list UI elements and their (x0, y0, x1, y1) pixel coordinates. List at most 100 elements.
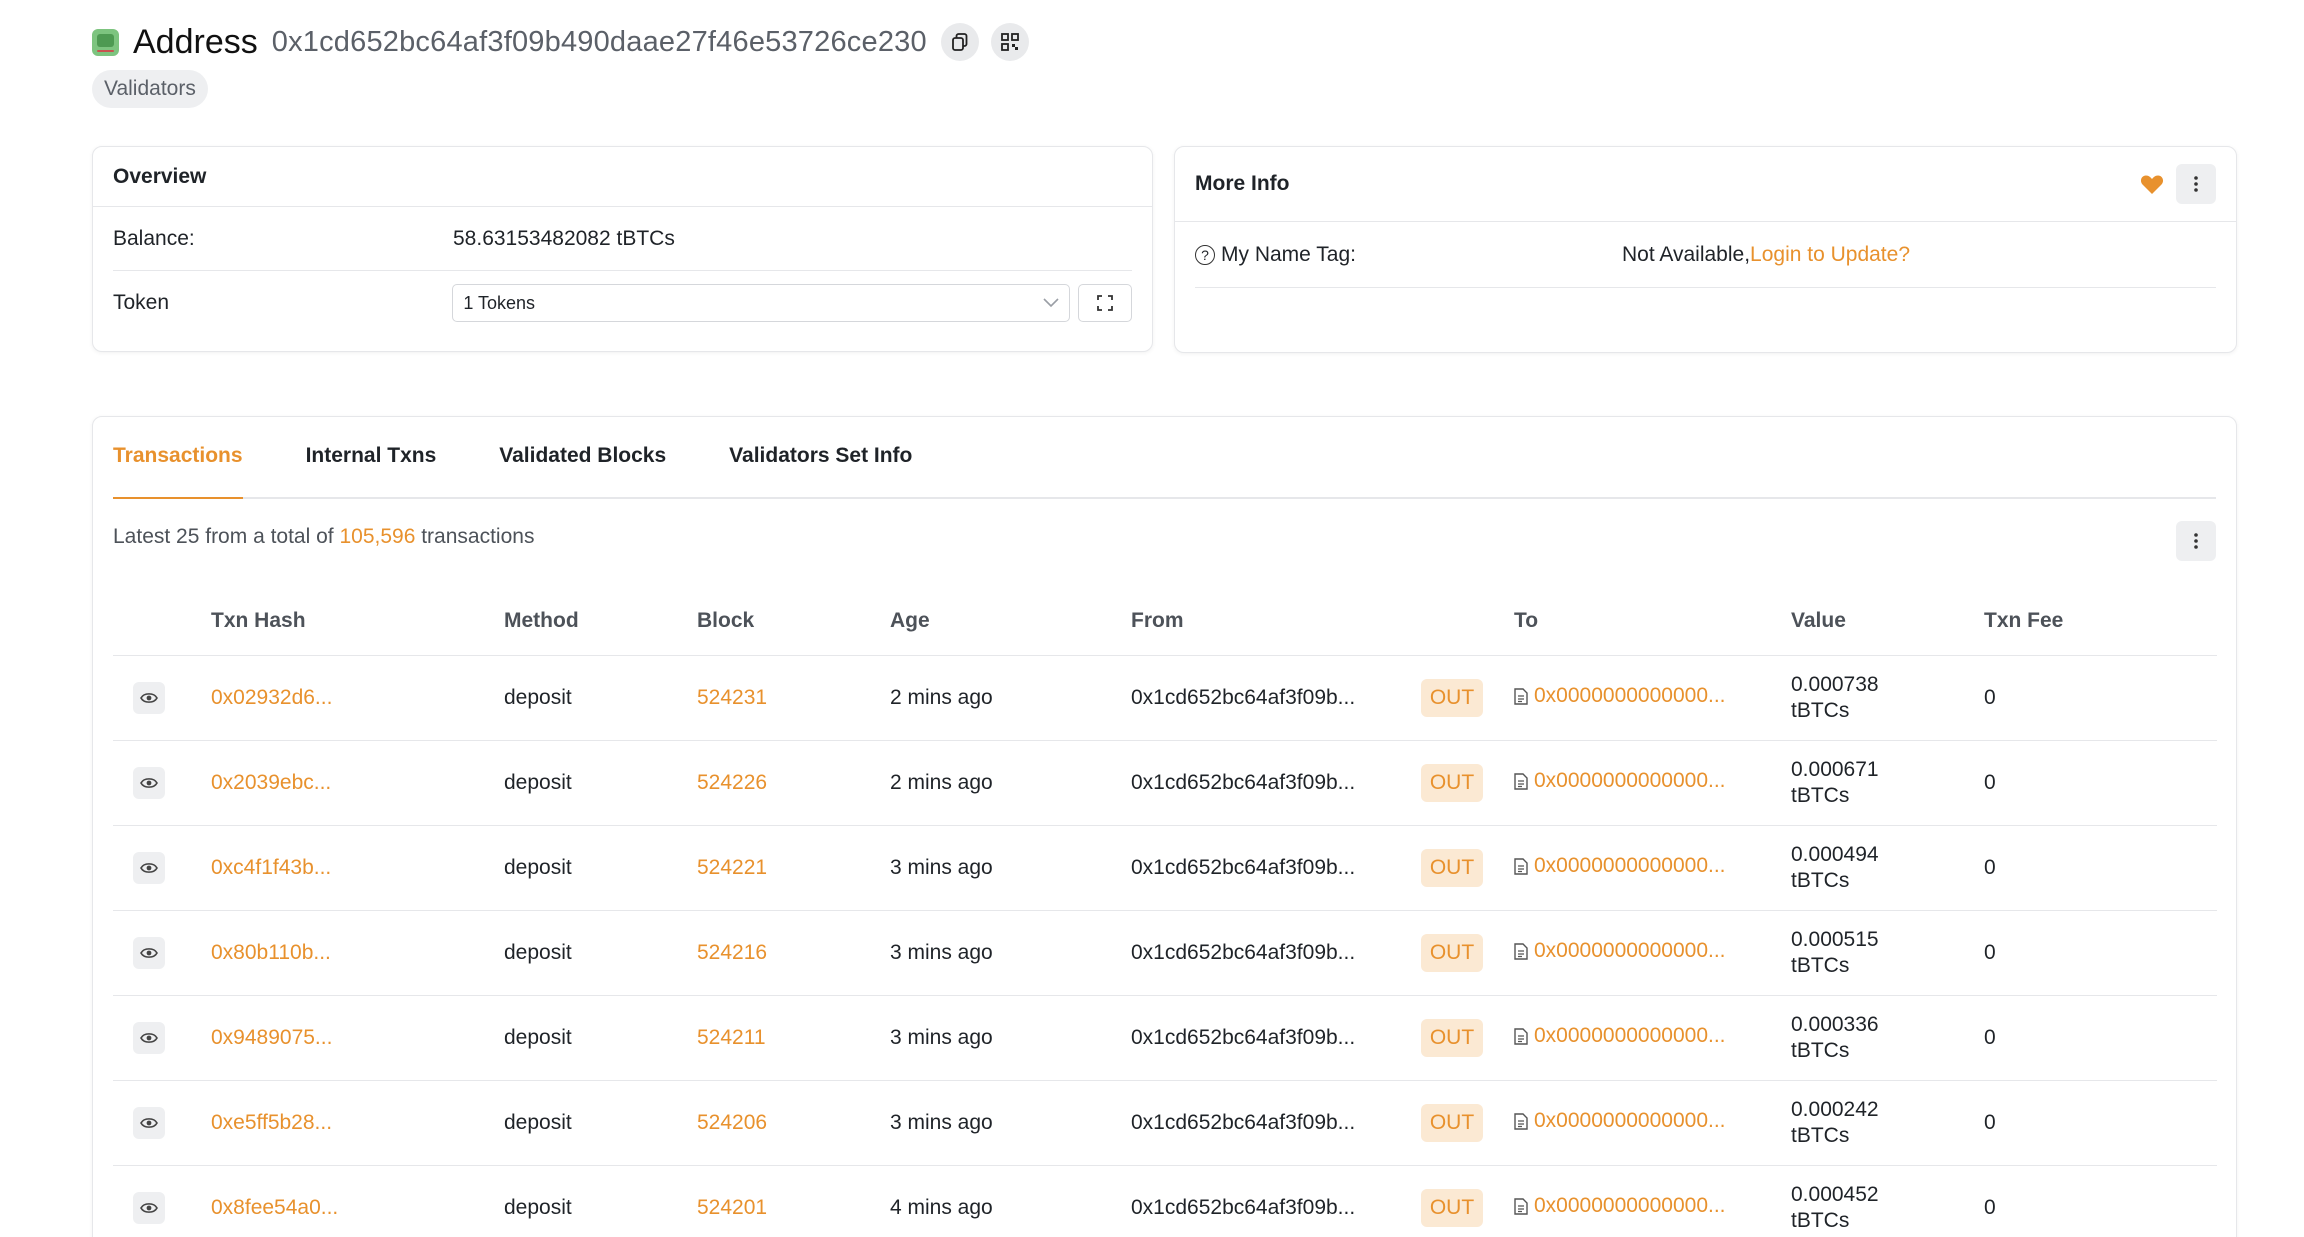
balance-row: Balance: 58.63153482082 tBTCs (113, 207, 1132, 271)
chevron-down-icon (1043, 298, 1059, 308)
eye-icon (140, 947, 158, 958)
col-method: Method (504, 587, 697, 656)
preview-button[interactable] (133, 766, 165, 799)
page-title: Address (133, 22, 258, 61)
from-address[interactable]: 0x1cd652bc64af3f09b... (1131, 686, 1355, 709)
from-address[interactable]: 0x1cd652bc64af3f09b... (1131, 1111, 1355, 1134)
qr-code-icon (1000, 33, 1019, 51)
block-link[interactable]: 524211 (697, 1026, 766, 1049)
transaction-count-link[interactable]: 105,596 (339, 525, 415, 548)
expand-tokens-button[interactable] (1078, 284, 1132, 322)
qr-code-button[interactable] (990, 23, 1029, 61)
from-address[interactable]: 0x1cd652bc64af3f09b... (1131, 1196, 1355, 1219)
eye-icon (140, 692, 158, 703)
from-address[interactable]: 0x1cd652bc64af3f09b... (1131, 941, 1355, 964)
contract-doc-icon (1514, 1028, 1528, 1045)
direction-badge: OUT (1421, 678, 1483, 717)
transactions-table-body: 0x02932d6... deposit 524231 2 mins ago 0x1cd… (113, 655, 2217, 1237)
validators-tag[interactable]: Validators (92, 70, 208, 108)
table-header-row: Txn Hash Method Block Age From To Value … (113, 587, 2217, 656)
eye-icon (140, 777, 158, 788)
block-link[interactable]: 524216 (697, 941, 767, 964)
more-info-menu-button[interactable] (2176, 164, 2216, 204)
txn-hash-link[interactable]: 0x8fee54a0... (211, 1196, 338, 1219)
method-label: deposit (504, 1110, 572, 1134)
tab-validators-set-info[interactable]: Validators Set Info (729, 415, 912, 497)
contract-doc-icon (1514, 1113, 1528, 1130)
from-address[interactable]: 0x1cd652bc64af3f09b... (1131, 771, 1355, 794)
to-address-link[interactable]: 0x0000000000000... (1534, 854, 1726, 878)
token-label: Token (113, 291, 170, 314)
block-link[interactable]: 524206 (697, 1111, 767, 1134)
token-select-value: 1 Tokens (463, 292, 536, 313)
method-label: deposit (504, 685, 572, 709)
block-link[interactable]: 524231 (697, 686, 767, 709)
tab-transactions[interactable]: Transactions (113, 415, 243, 499)
age-label: 3 mins ago (890, 1110, 993, 1134)
txn-hash-link[interactable]: 0xe5ff5b28... (211, 1111, 332, 1134)
transactions-menu-button[interactable] (2176, 521, 2216, 561)
txn-hash-link[interactable]: 0x9489075... (211, 1026, 332, 1049)
table-row: 0xe5ff5b28... deposit 524206 3 mins ago 0x1c… (113, 1080, 2217, 1166)
value-amount: 0.000738 (1791, 672, 1879, 696)
to-address-link[interactable]: 0x0000000000000... (1534, 1024, 1726, 1048)
from-address[interactable]: 0x1cd652bc64af3f09b... (1131, 856, 1355, 879)
direction-badge: OUT (1421, 1018, 1483, 1057)
to-address-link[interactable]: 0x0000000000000... (1534, 1194, 1726, 1218)
contract-doc-icon (1514, 858, 1528, 875)
txn-hash-link[interactable]: 0x80b110b... (211, 941, 331, 964)
block-link[interactable]: 524221 (697, 856, 767, 879)
to-address-link[interactable]: 0x0000000000000... (1534, 769, 1726, 793)
preview-button[interactable] (133, 681, 165, 714)
tab-validated-blocks[interactable]: Validated Blocks (499, 415, 666, 497)
preview-button[interactable] (133, 1021, 165, 1054)
tab-bar: Transactions Internal Txns Validated Blo… (113, 417, 2216, 499)
method-label: deposit (504, 770, 572, 794)
more-info-card: More Info ? My Name Tag: Not Available, L… (1174, 146, 2237, 353)
block-link[interactable]: 524226 (697, 771, 767, 794)
copy-address-button[interactable] (940, 23, 979, 61)
col-to: To (1514, 587, 1791, 656)
overview-title: Overview (113, 164, 207, 188)
help-icon: ? (1195, 244, 1215, 265)
login-link[interactable]: Login to Update? (1750, 243, 1910, 267)
transactions-table: Txn Hash Method Block Age From To Value … (113, 587, 2217, 1237)
value-amount: 0.000671 (1791, 757, 1879, 781)
method-label: deposit (504, 1195, 572, 1219)
preview-button[interactable] (133, 1106, 165, 1139)
token-select[interactable]: 1 Tokens (452, 284, 1071, 322)
kebab-menu-icon (2194, 533, 2198, 549)
txn-fee-value: 0 (1984, 1110, 1996, 1134)
preview-button[interactable] (133, 936, 165, 969)
eye-icon (140, 1202, 158, 1213)
table-row: 0x2039ebc... deposit 524226 2 mins ago 0x1cd… (113, 740, 2217, 826)
contract-doc-icon (1514, 943, 1528, 960)
kebab-menu-icon (2194, 176, 2198, 192)
to-address-link[interactable]: 0x0000000000000... (1534, 684, 1726, 708)
heart-icon[interactable] (2140, 174, 2164, 195)
col-direction (1421, 587, 1514, 656)
value-unit: tBTCs (1791, 1038, 1850, 1062)
txn-hash-link[interactable]: 0x02932d6... (211, 686, 332, 709)
copy-icon (951, 33, 968, 51)
from-address[interactable]: 0x1cd652bc64af3f09b... (1131, 1026, 1355, 1049)
table-row: 0x80b110b... deposit 524216 3 mins ago 0x1cd… (113, 910, 2217, 996)
col-from: From (1131, 587, 1421, 656)
to-address-link[interactable]: 0x0000000000000... (1534, 939, 1726, 963)
name-tag-row: ? My Name Tag: Not Available, Login to Up… (1195, 222, 2216, 288)
transactions-summary: Latest 25 from a total of 105,596 transa… (113, 525, 535, 548)
direction-badge: OUT (1421, 763, 1483, 802)
block-link[interactable]: 524201 (697, 1196, 767, 1219)
txn-hash-link[interactable]: 0xc4f1f43b... (211, 856, 331, 879)
preview-button[interactable] (133, 1191, 165, 1224)
col-txn-fee: Txn Fee (1984, 587, 2217, 656)
preview-button[interactable] (133, 851, 165, 884)
balance-value: 58.63153482082 tBTCs (453, 226, 675, 250)
name-tag-value: Not Available, (1622, 242, 1751, 266)
value-unit: tBTCs (1791, 1208, 1850, 1232)
txn-hash-link[interactable]: 0x2039ebc... (211, 771, 331, 794)
col-block: Block (697, 587, 890, 656)
tab-internal-txns[interactable]: Internal Txns (306, 415, 437, 497)
to-address-link[interactable]: 0x0000000000000... (1534, 1109, 1726, 1133)
eye-icon (140, 1032, 158, 1043)
